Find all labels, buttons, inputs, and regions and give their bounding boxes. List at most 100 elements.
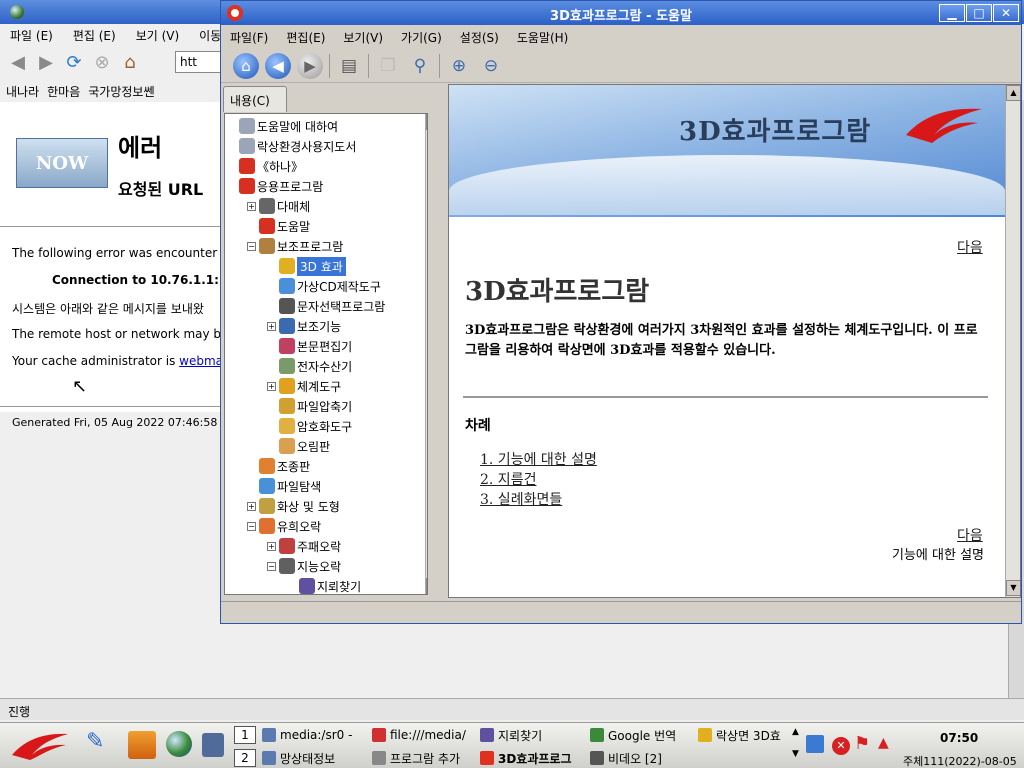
expander-icon[interactable]: − [267, 561, 276, 571]
tree-node[interactable]: + 화상 및 도형 [247, 496, 340, 516]
clock-time[interactable]: 07:50 [940, 731, 978, 745]
taskbar-task[interactable]: media:/sr0 - [262, 725, 366, 745]
menu-settings[interactable]: 설정(S) [451, 29, 508, 46]
find-icon[interactable]: ⚲ [407, 53, 433, 79]
tray-scroll-up-icon[interactable]: ▲ [792, 727, 799, 737]
workspace-1[interactable]: 1 [234, 726, 256, 744]
browser-url-field[interactable]: htt [175, 51, 225, 73]
browser-menu-file[interactable]: 파일 (E) [0, 27, 63, 44]
expander-icon[interactable]: − [247, 521, 256, 531]
menu-file[interactable]: 파일(F) [221, 29, 277, 46]
taskbar-task[interactable]: 3D효과프로그 [480, 748, 584, 768]
expander-icon[interactable]: + [247, 501, 256, 511]
expander-icon[interactable]: + [267, 541, 276, 551]
browser-menu-edit[interactable]: 편집 (E) [63, 27, 126, 44]
zoom-out-icon[interactable]: ⊖ [478, 53, 504, 79]
taskbar-task[interactable]: 락상면 3D효 [698, 725, 790, 745]
bookmark-3[interactable]: 국가망정보쎈 [88, 83, 154, 100]
scroll-up-icon[interactable]: ▲ [1006, 85, 1020, 101]
toc-link-1[interactable]: 1. 기능에 대한 설명 [480, 449, 597, 469]
tree-node[interactable]: + 다매체 [247, 196, 310, 216]
taskbar-task[interactable]: 비데오 [2] [590, 748, 682, 768]
next-link-top[interactable]: 다음 [957, 237, 983, 257]
tab-contents[interactable]: 내용(C) [223, 86, 287, 112]
tree-node[interactable]: − 보조프로그람 [247, 236, 343, 256]
admin-link[interactable]: webma [179, 354, 222, 368]
alert-tray-icon[interactable]: ✕ [832, 737, 850, 755]
bookmark-1[interactable]: 내나라 [6, 83, 39, 100]
back-arrow-icon[interactable]: ◀ [6, 50, 30, 74]
archive-launcher-icon[interactable] [128, 731, 156, 759]
flag-tray-icon[interactable]: ⚑ [854, 733, 870, 754]
next-link-bottom[interactable]: 다음 [957, 525, 983, 545]
back-icon[interactable]: ◀ [265, 52, 291, 79]
close-button[interactable]: ✕ [993, 4, 1019, 22]
stop-icon[interactable]: ⊗ [90, 50, 114, 74]
terminal-launcher-icon[interactable] [202, 733, 224, 757]
scroll-up-icon[interactable]: ▲ [426, 114, 427, 130]
forward-arrow-icon[interactable]: ▶ [34, 50, 58, 74]
tree-scrollbar[interactable]: ▲ ▼ [425, 114, 428, 594]
network-tray-icon[interactable] [806, 735, 824, 753]
taskbar-task[interactable]: 프로그람 추가 [372, 748, 474, 768]
tree-node[interactable]: 본문편집기 [267, 336, 352, 356]
workspace-2[interactable]: 2 [234, 749, 256, 767]
tree-node[interactable]: 3D 효과 [267, 256, 346, 276]
home-icon[interactable]: ⌂ [118, 50, 142, 74]
zoom-in-icon[interactable]: ⊕ [446, 53, 472, 79]
tree-node[interactable]: 《하나》 [227, 156, 303, 176]
home-icon[interactable]: ⌂ [233, 52, 259, 79]
menu-view[interactable]: 보기(V) [334, 29, 392, 46]
tree-node[interactable]: − 유희오락 [247, 516, 321, 536]
tree-node[interactable]: 도움말에 대하여 [227, 116, 338, 136]
scroll-thumb[interactable] [427, 132, 428, 494]
taskbar-task[interactable]: Google 번역 [590, 725, 692, 745]
editor-launcher-icon[interactable]: ✎ [86, 729, 116, 759]
scroll-down-icon[interactable]: ▼ [426, 578, 427, 594]
menu-edit[interactable]: 편집(E) [277, 29, 334, 46]
forward-icon[interactable]: ▶ [297, 52, 323, 79]
taskbar-task[interactable]: 망상태정보 [262, 748, 366, 768]
expander-icon[interactable]: + [247, 201, 256, 211]
tree-node[interactable]: 조종판 [247, 456, 310, 476]
tree-node[interactable]: 락상환경사용지도서 [227, 136, 356, 156]
tree-node[interactable]: 파일압축기 [267, 396, 352, 416]
reload-icon[interactable]: ⟳ [62, 50, 86, 74]
tree-node[interactable]: 암호화도구 [267, 416, 352, 436]
expander-icon[interactable]: − [247, 241, 256, 251]
tree-node[interactable]: 응용프로그람 [227, 176, 323, 196]
tree-node[interactable]: + 보조기능 [267, 316, 341, 336]
expander-icon[interactable]: + [267, 321, 276, 331]
browser-launcher-icon[interactable] [166, 731, 192, 757]
tree-node[interactable]: 지뢰찾기 [287, 576, 361, 594]
content-scrollbar[interactable]: ▲ ▼ [1005, 85, 1020, 597]
start-menu-bird-icon[interactable] [10, 731, 70, 761]
tree-node[interactable]: + 체계도구 [267, 376, 341, 396]
tree-node[interactable]: 가상CD제작도구 [267, 276, 381, 296]
print-icon[interactable]: ▤ [336, 53, 362, 79]
taskbar-task[interactable]: file:///media/ [372, 725, 474, 745]
maximize-button[interactable]: □ [966, 4, 992, 22]
tree-node[interactable]: 전자수산기 [267, 356, 352, 376]
tree-node[interactable]: 문자선택프로그람 [267, 296, 385, 316]
toc-link-2[interactable]: 2. 지름건 [480, 469, 536, 489]
tree-node[interactable]: 오림판 [267, 436, 330, 456]
help-title-bar[interactable]: 3D효과프로그람 - 도움말 ▁ □ ✕ [221, 1, 1021, 25]
expander-icon[interactable]: + [267, 381, 276, 391]
taskbar-task[interactable]: 지뢰찾기 [480, 725, 584, 745]
pane-splitter[interactable] [430, 113, 438, 595]
lamp-tray-icon[interactable]: ▲ [878, 735, 889, 751]
bookmark-2[interactable]: 한마음 [47, 83, 80, 100]
scroll-down-icon[interactable]: ▼ [1006, 580, 1020, 596]
tree-node[interactable]: − 지능오락 [267, 556, 341, 576]
tray-scroll-down-icon[interactable]: ▼ [792, 749, 799, 759]
menu-go[interactable]: 가기(G) [392, 29, 451, 46]
tree-node[interactable]: 파일탐색 [247, 476, 321, 496]
browser-menu-view[interactable]: 보기 (V) [126, 27, 189, 44]
toc-link-3[interactable]: 3. 실례화면들 [480, 489, 562, 509]
tree-node[interactable]: + 주패오락 [267, 536, 341, 556]
minimize-button[interactable]: ▁ [939, 4, 965, 22]
menu-help[interactable]: 도움말(H) [508, 29, 578, 46]
copy-icon[interactable]: ❐ [375, 53, 401, 79]
tree-node[interactable]: 도움말 [247, 216, 310, 236]
